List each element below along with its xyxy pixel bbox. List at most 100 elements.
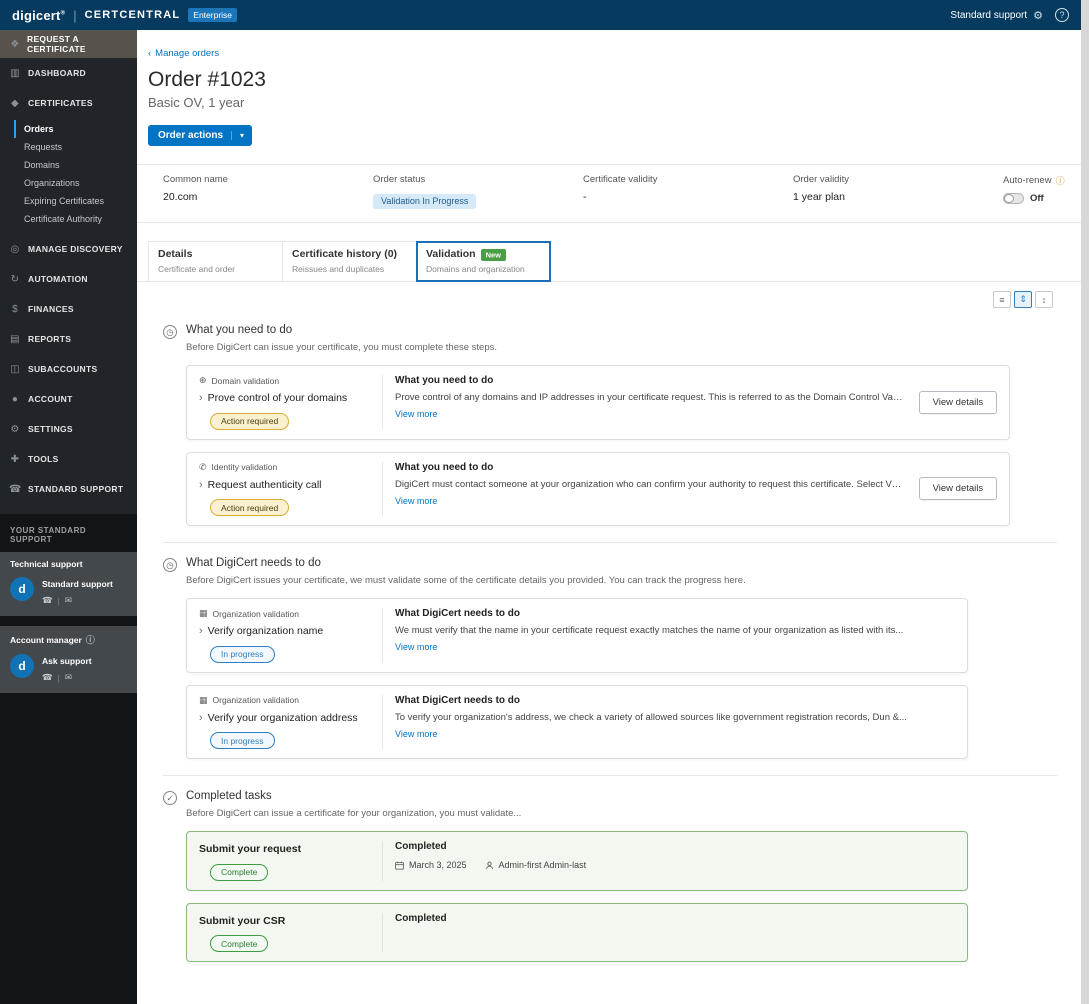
chevron-down-icon: ▾	[231, 131, 252, 140]
dashboard-icon: ▥	[10, 67, 20, 79]
completed-by: Admin-first Admin-last	[498, 860, 587, 870]
tab-validation[interactable]: Validation New Domains and organization	[416, 241, 551, 282]
globe-icon: ⊕	[199, 375, 207, 385]
sidebar-item-label: SUBACCOUNTS	[28, 364, 98, 374]
order-validity-label: Order validity	[793, 174, 849, 185]
calendar-icon	[395, 861, 404, 870]
list-view-button[interactable]: ≡	[993, 291, 1011, 308]
expand-all-button[interactable]: ↕	[1035, 291, 1053, 308]
order-actions-button[interactable]: Order actions ▾	[148, 125, 253, 146]
sidebar-item-settings[interactable]: ⚙ SETTINGS	[0, 414, 137, 444]
task-expander[interactable]: › Prove control of your domains	[199, 392, 374, 404]
task-panel-title: Completed	[395, 841, 447, 852]
mail-icon[interactable]: ✉	[65, 672, 72, 683]
building-icon: ▦	[199, 694, 208, 705]
sidebar-item-account[interactable]: ● ACCOUNT	[0, 384, 137, 414]
sidebar-item-certificate-authority[interactable]: Certificate Authority	[14, 210, 137, 228]
sidebar-nav: ▥ DASHBOARD ◆ CERTIFICATES Orders Reques…	[0, 58, 137, 504]
certificate-validity-value: -	[583, 191, 587, 203]
account-manager-card: Account manager ⓘ d Ask support ☎ | ✉	[0, 626, 137, 693]
auto-renew-state: Off	[1030, 193, 1044, 204]
sidebar-item-organizations[interactable]: Organizations	[14, 174, 137, 192]
info-icon[interactable]: ⓘ	[1056, 174, 1065, 187]
view-more-link[interactable]: View more	[395, 496, 437, 506]
top-bar: digicert® | CERTCENTRAL Enterprise Stand…	[0, 0, 1081, 30]
status-badge: In progress	[210, 732, 275, 749]
task-category: Identity validation	[211, 462, 278, 472]
view-toggle-toolbar: ≡ ⇕ ↕	[137, 282, 1081, 308]
status-badge: In progress	[210, 645, 275, 663]
sidebar-item-automation[interactable]: ↻ AUTOMATION	[0, 264, 137, 294]
sidebar-item-label: CERTIFICATES	[28, 98, 93, 108]
sidebar-item-tools[interactable]: ✚ TOOLS	[0, 444, 137, 474]
back-to-manage-orders-link[interactable]: ‹ Manage orders	[148, 48, 219, 59]
brand-area: digicert® | CERTCENTRAL Enterprise	[12, 7, 238, 23]
toggle-knob	[1004, 194, 1014, 203]
sidebar-item-request-certificate[interactable]: ❖ REQUEST A CERTIFICATE	[0, 30, 137, 58]
person-icon	[485, 861, 493, 869]
task-expander[interactable]: › Verify your organization address	[199, 712, 374, 724]
tab-label: Certificate history (0)	[292, 248, 398, 260]
tab-sublabel: Reissues and duplicates	[292, 264, 385, 274]
tab-certificate-history[interactable]: Certificate history (0) Reissues and dup…	[282, 241, 417, 282]
section-subtitle: Before DigiCert issues your certificate,…	[186, 575, 746, 586]
support-section-heading: YOUR STANDARD SUPPORT	[10, 526, 87, 544]
order-tabs: Details Certificate and order Certificat…	[137, 241, 1081, 282]
section-subtitle: Before DigiCert can issue your certifica…	[186, 342, 497, 353]
info-icon[interactable]: ⓘ	[86, 633, 95, 646]
collapse-all-button[interactable]: ⇕	[1014, 291, 1032, 308]
mail-icon[interactable]: ✉	[65, 595, 72, 606]
sidebar-item-standard-support[interactable]: ☎ STANDARD SUPPORT	[0, 474, 137, 504]
avatar: d	[10, 577, 34, 601]
tab-label: Validation	[426, 248, 476, 260]
tab-sublabel: Certificate and order	[158, 264, 236, 274]
task-panel-text: DigiCert must contact someone at your or…	[395, 478, 903, 490]
sidebar-item-subaccounts[interactable]: ◫ SUBACCOUNTS	[0, 354, 137, 384]
tools-icon: ✚	[10, 453, 20, 465]
task-panel-text: Prove control of any domains and IP addr…	[395, 392, 903, 403]
completed-date: March 3, 2025	[409, 860, 467, 870]
standard-support-menu[interactable]: Standard support ⚙	[950, 9, 1043, 22]
sidebar-item-label: AUTOMATION	[28, 274, 88, 284]
sidebar-item-domains[interactable]: Domains	[14, 156, 137, 174]
icon-separator: |	[57, 672, 60, 683]
sidebar-item-reports[interactable]: ▤ REPORTS	[0, 324, 137, 354]
common-name-value: 20.com	[163, 191, 198, 203]
avatar: d	[10, 654, 34, 678]
section-title: What you need to do	[186, 324, 293, 336]
certificates-subnav: Orders Requests Domains Organizations Ex…	[0, 118, 137, 234]
help-icon[interactable]: ?	[1055, 8, 1069, 22]
support-contact-label: Ask support	[42, 656, 92, 666]
sidebar-item-certificates[interactable]: ◆ CERTIFICATES	[0, 88, 137, 118]
back-link-label: Manage orders	[155, 48, 220, 59]
building-icon: ▦	[199, 608, 208, 618]
sidebar-support-area: YOUR STANDARD SUPPORT Technical support …	[0, 514, 137, 1004]
view-more-link[interactable]: View more	[395, 729, 437, 739]
view-details-button[interactable]: View details	[918, 390, 998, 414]
view-more-link[interactable]: View more	[395, 642, 437, 652]
sidebar-item-finances[interactable]: $ FINANCES	[0, 294, 137, 324]
brand-divider: |	[73, 7, 77, 23]
task-panel-title: Completed	[395, 912, 447, 924]
tab-details[interactable]: Details Certificate and order	[148, 241, 283, 282]
sidebar-item-manage-discovery[interactable]: ◎ MANAGE DISCOVERY	[0, 234, 137, 264]
auto-renew-toggle[interactable]	[1003, 193, 1024, 204]
auto-renew-label: Auto-renew	[1003, 175, 1052, 186]
task-name: Prove control of your domains	[207, 392, 348, 404]
task-expander[interactable]: › Verify organization name	[199, 625, 374, 637]
phone-icon[interactable]: ☎	[42, 672, 53, 683]
order-summary-bar: Common name 20.com Order status Validati…	[137, 164, 1081, 223]
phone-icon[interactable]: ☎	[42, 595, 53, 606]
task-expander[interactable]: › Request authenticity call	[199, 479, 374, 491]
sidebar-item-requests[interactable]: Requests	[14, 138, 137, 156]
sidebar-item-orders[interactable]: Orders	[14, 120, 137, 138]
finances-icon: $	[12, 303, 18, 315]
reports-icon: ▤	[10, 333, 20, 345]
order-validity-value: 1 year plan	[793, 191, 845, 203]
phone-call-icon: ✆	[199, 461, 207, 472]
subaccounts-icon: ◫	[10, 363, 20, 375]
sidebar-item-expiring-certificates[interactable]: Expiring Certificates	[14, 192, 137, 210]
view-details-button[interactable]: View details	[918, 477, 998, 501]
sidebar-item-dashboard[interactable]: ▥ DASHBOARD	[0, 58, 137, 88]
view-more-link[interactable]: View more	[395, 409, 437, 419]
